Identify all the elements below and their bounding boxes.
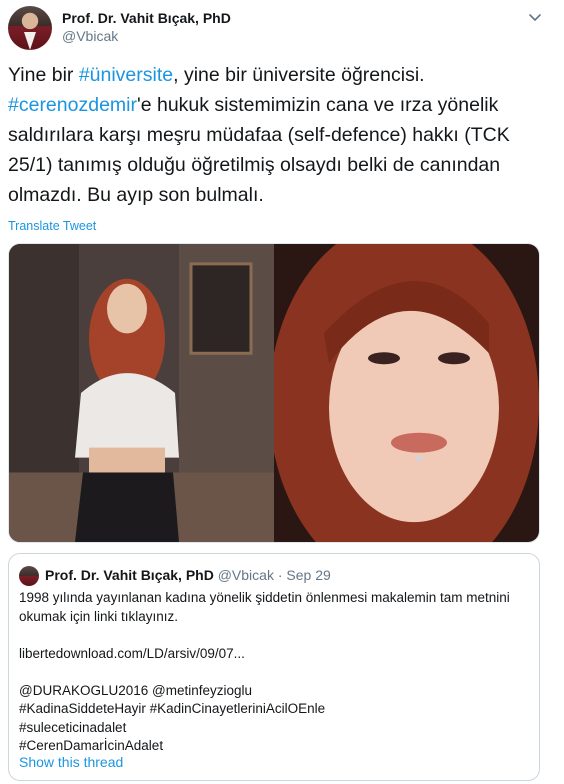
tweet-text: Yine bir #üniversite, yine bir üniversit… <box>8 60 538 210</box>
author-name[interactable]: Prof. Dr. Vahit Bıçak, PhD <box>62 10 231 26</box>
show-thread-link[interactable]: Show this thread <box>19 754 123 770</box>
tweet-media[interactable] <box>8 243 540 543</box>
hashtag-link[interactable]: #üniversite <box>79 64 173 86</box>
photo-right[interactable] <box>274 244 540 542</box>
quoted-hashtags: #KadinaSiddeteHayir #KadinCinayetleriniA… <box>19 701 326 716</box>
quoted-author-handle: @Vbicak <box>217 567 274 583</box>
quoted-tweet[interactable]: Prof. Dr. Vahit Bıçak, PhD @Vbicak · Sep… <box>8 553 540 781</box>
chevron-down-icon[interactable] <box>526 8 544 26</box>
quoted-author-avatar <box>19 566 39 586</box>
quoted-separator: · <box>273 567 287 583</box>
hashtag-link[interactable]: #cerenozdemir <box>8 94 137 116</box>
quoted-hashtags: #CerenDamarİcinAdalet <box>19 738 164 753</box>
quoted-text-line: 1998 yılında yayınlanan kadına yönelik ş… <box>19 590 510 624</box>
author-handle[interactable]: @Vbicak <box>62 28 118 44</box>
quoted-mentions: @DURAKOGLU2016 @metinfeyzioglu <box>19 682 253 698</box>
tweet-text-part: Yine bir <box>8 64 79 86</box>
quoted-tweet-date: Sep 29 <box>286 567 331 583</box>
quoted-tweet-body: 1998 yılında yayınlanan kadına yönelik ş… <box>19 589 529 756</box>
quoted-hashtags: #suleceticinadalet <box>19 719 127 735</box>
author-avatar[interactable] <box>8 6 52 50</box>
quoted-author-name: Prof. Dr. Vahit Bıçak, PhD <box>45 567 214 583</box>
quoted-link: libertedownload.com/LD/arsiv/09/07... <box>19 645 245 661</box>
translate-tweet-link[interactable]: Translate Tweet <box>8 219 96 233</box>
photo-left[interactable] <box>9 244 274 542</box>
tweet-text-part: , yine bir üniversite öğrencisi. <box>173 64 425 86</box>
quoted-tweet-header: Prof. Dr. Vahit Bıçak, PhD @Vbicak · Sep… <box>45 567 331 583</box>
